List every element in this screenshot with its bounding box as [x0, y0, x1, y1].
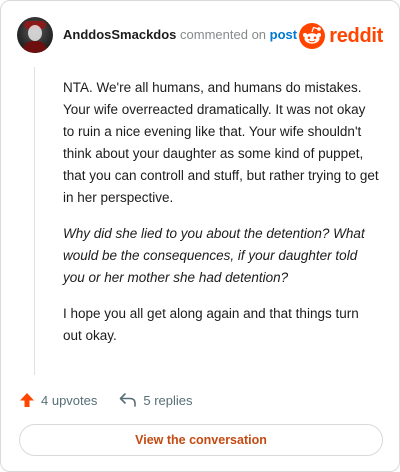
avatar-body	[23, 41, 47, 53]
reddit-logo[interactable]: reddit	[299, 23, 383, 49]
reply-arrow-icon	[120, 393, 137, 407]
comment-body: NTA. We're all humans, and humans do mis…	[63, 77, 379, 361]
comment-paragraph-italic: Why did she lied to you about the detent…	[63, 226, 365, 285]
commented-on-text: commented on	[176, 27, 270, 42]
upvote-arrow-icon	[20, 393, 34, 407]
upvote-count: 4 upvotes	[41, 392, 98, 408]
avatar-face	[28, 25, 42, 41]
replies-count: 5 replies	[143, 392, 193, 408]
thread-line	[34, 67, 35, 375]
comment-meta: AnddosSmackdos commented on post	[63, 27, 297, 42]
comment-header: AnddosSmackdos commented on post reddit	[17, 17, 383, 53]
comment-paragraph: NTA. We're all humans, and humans do mis…	[63, 80, 379, 205]
view-conversation-button[interactable]: View the conversation	[19, 424, 383, 456]
replies-button[interactable]: 5 replies	[119, 392, 193, 408]
post-link[interactable]: post	[270, 27, 297, 42]
comment-paragraph: I hope you all get along again and that …	[63, 306, 359, 343]
comment-actions: 4 upvotes 5 replies	[19, 389, 193, 411]
username-link[interactable]: AnddosSmackdos	[63, 27, 176, 42]
reddit-wordmark: reddit	[329, 24, 383, 47]
embedded-comment-card: AnddosSmackdos commented on post reddit …	[0, 0, 400, 472]
user-avatar[interactable]	[17, 17, 53, 53]
upvote-button[interactable]: 4 upvotes	[19, 392, 97, 408]
reddit-snoo-icon	[299, 23, 326, 49]
